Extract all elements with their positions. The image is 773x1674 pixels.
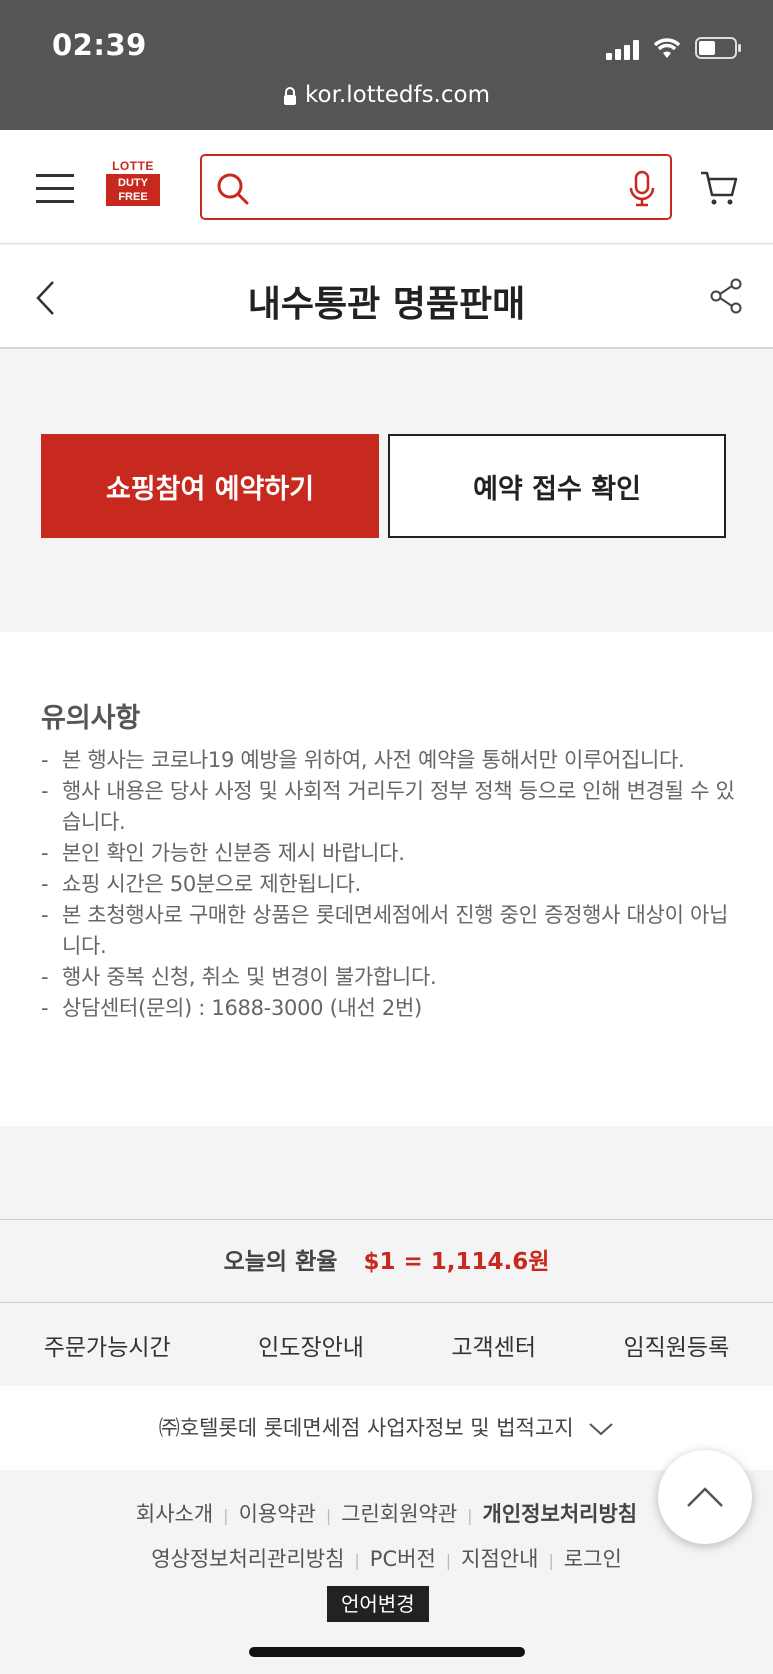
signal-icon xyxy=(606,38,639,60)
logo[interactable]: LOTTE DUTY FREE xyxy=(106,160,160,208)
title-bar: 내수통관 명품판매 xyxy=(0,245,773,349)
company-info-label: ㈜호텔롯데 롯데면세점 사업자정보 및 법적고지 xyxy=(158,1416,574,1440)
search-input[interactable] xyxy=(258,166,598,208)
action-area: 쇼핑참여 예약하기 예약 접수 확인 xyxy=(0,349,773,632)
status-icons xyxy=(606,34,743,60)
notice-item: 행사 내용은 당사 사정 및 사회적 거리두기 정부 정책 등으로 인해 변경될… xyxy=(41,776,741,838)
exchange-rate-label: 오늘의 환율 xyxy=(223,1249,338,1275)
footer-link-privacy[interactable]: 개인정보처리방침 xyxy=(483,1502,638,1526)
footer-link-login[interactable]: 로그인 xyxy=(564,1547,622,1571)
exchange-rate-value: $1 = 1,114.6원 xyxy=(363,1249,550,1275)
notice-item: 행사 중복 신청, 취소 및 변경이 불가합니다. xyxy=(41,962,741,993)
footer-link-cctv-policy[interactable]: 영상정보처리관리방침 xyxy=(151,1547,344,1571)
reserve-button[interactable]: 쇼핑참여 예약하기 xyxy=(41,434,379,538)
link-order-hours[interactable]: 주문가능시간 xyxy=(44,1328,171,1362)
footer-link-pc-version[interactable]: PC버전 xyxy=(370,1547,436,1571)
footer-link-green-terms[interactable]: 그린회원약관 xyxy=(341,1502,457,1526)
cart-icon[interactable] xyxy=(699,168,739,208)
url-text: kor.lottedfs.com xyxy=(305,82,490,108)
status-bar: 02:39 kor.lottedfs.com xyxy=(0,0,773,130)
footer-links: 주문가능시간 인도장안내 고객센터 임직원등록 xyxy=(0,1304,773,1386)
battery-icon xyxy=(695,37,741,59)
search-box[interactable] xyxy=(200,154,672,220)
hamburger-icon[interactable] xyxy=(36,174,74,204)
logo-line1: DUTY xyxy=(118,177,148,189)
wifi-icon xyxy=(653,38,681,58)
company-info-toggle[interactable]: ㈜호텔롯데 롯데면세점 사업자정보 및 법적고지 xyxy=(0,1386,773,1470)
logo-box: DUTY FREE xyxy=(106,174,160,206)
footer: 회사소개 | 이용약관 | 그린회원약관 | 개인정보처리방침 영상정보처리관리방침 | PC버… xyxy=(0,1470,773,1674)
notice-item: 본 초청행사로 구매한 상품은 롯데면세점에서 진행 중인 증정행사 대상이 아… xyxy=(41,900,741,962)
link-pickup-guide[interactable]: 인도장안내 xyxy=(258,1328,364,1362)
link-customer-center[interactable]: 고객센터 xyxy=(451,1328,536,1362)
lock-icon xyxy=(284,86,296,105)
footer-row-2: 영상정보처리관리방침 | PC버전 | 지점안내 | 로그인 xyxy=(151,1547,622,1571)
site-header: LOTTE DUTY FREE xyxy=(0,130,773,244)
footer-row-1: 회사소개 | 이용약관 | 그린회원약관 | 개인정보처리방침 xyxy=(135,1502,638,1526)
share-icon[interactable] xyxy=(709,277,743,315)
mic-icon[interactable] xyxy=(628,170,656,208)
notice-item: 본 행사는 코로나19 예방을 위하여, 사전 예약을 통해서만 이루어집니다. xyxy=(41,745,741,776)
arrow-up-icon xyxy=(687,1487,723,1507)
chevron-down-icon xyxy=(589,1423,613,1436)
notice-item: 상담센터(문의) : 1688-3000 (내선 2번) xyxy=(41,993,741,1024)
scroll-top-button[interactable] xyxy=(658,1450,752,1544)
notice-item: 쇼핑 시간은 50분으로 제한됩니다. xyxy=(41,869,741,900)
language-button[interactable]: 언어변경 xyxy=(327,1586,429,1622)
notice-heading: 유의사항 xyxy=(41,703,141,734)
section-gap xyxy=(0,1126,773,1220)
url-bar[interactable]: kor.lottedfs.com xyxy=(0,82,773,108)
logo-line2: FREE xyxy=(118,191,148,203)
confirm-reservation-button[interactable]: 예약 접수 확인 xyxy=(388,434,726,538)
status-time: 02:39 xyxy=(52,28,147,62)
page-title: 내수통관 명품판매 xyxy=(247,284,526,325)
link-employee-register[interactable]: 임직원등록 xyxy=(623,1328,729,1362)
footer-link-about[interactable]: 회사소개 xyxy=(136,1502,213,1526)
home-indicator xyxy=(249,1647,525,1657)
footer-link-store-guide[interactable]: 지점안내 xyxy=(461,1547,538,1571)
footer-link-terms[interactable]: 이용약관 xyxy=(239,1502,316,1526)
search-icon[interactable] xyxy=(216,172,250,206)
exchange-rate: 오늘의 환율 $1 = 1,114.6원 xyxy=(0,1221,773,1303)
logo-top-text: LOTTE xyxy=(112,159,154,173)
notice-section: 유의사항 본 행사는 코로나19 예방을 위하여, 사전 예약을 통해서만 이루… xyxy=(0,632,773,1126)
notice-item: 본인 확인 가능한 신분증 제시 바랍니다. xyxy=(41,838,741,869)
notice-list: 본 행사는 코로나19 예방을 위하여, 사전 예약을 통해서만 이루어집니다.… xyxy=(41,745,741,1024)
